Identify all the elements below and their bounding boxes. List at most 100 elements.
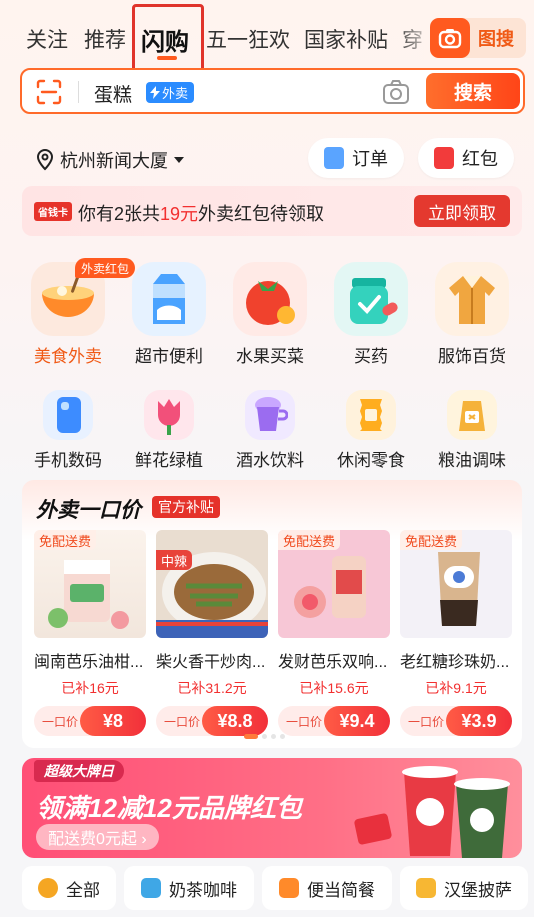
category-label: 水果买菜 [236,347,304,366]
deal-price: ¥9.4 [324,706,390,736]
red-packet-button[interactable]: 红包 [418,138,514,178]
snack-bag-icon [346,390,396,440]
product-image-stir-fry: 中辣 [156,530,268,638]
red-packet-text-prefix: 你有2张共 [78,204,161,224]
category-label: 酒水饮料 [236,451,304,470]
tulip-icon [144,390,194,440]
filter-label: 汉堡披萨 [444,880,512,900]
cup-icon [245,390,295,440]
caret-down-icon [174,157,184,163]
medicine-bottle-icon [334,262,408,336]
tab-recommend[interactable]: 推荐 [84,24,126,54]
drink-icon [141,878,161,898]
order-icon [324,147,344,169]
category-medicine[interactable]: 买药 [323,262,419,367]
red-packet-label: 红包 [462,149,498,169]
red-packet-icon [434,147,454,169]
red-packet-text-suffix: 外卖红包待领取 [198,204,325,224]
active-tab-highlight [132,4,204,74]
tab-follow[interactable]: 关注 [26,24,68,54]
category-label: 粮油调味 [438,451,506,470]
search-bar: 蛋糕 外卖 搜索 [20,68,525,114]
category-apparel[interactable]: 服饰百货 [424,262,520,367]
tab-national-subsidy[interactable]: 国家补贴 [304,24,388,54]
drink-cups-illustration [354,766,510,858]
search-input[interactable]: 蛋糕 [94,80,132,107]
category-snacks[interactable]: 休闲零食 [323,390,419,471]
deal-price-pill[interactable]: 一口价 ¥9.4 [278,706,390,736]
deal-section: 外卖一口价 官方补贴 免配送费 闽南芭乐油柑... 已补16元 一口价 ¥8 中… [22,480,522,748]
brand-day-kicker: 超级大牌日 [34,760,124,782]
image-search-label: 图搜 [478,29,514,49]
filter-label: 便当简餐 [307,880,375,900]
category-label: 休闲零食 [337,451,405,470]
category-supermarket[interactable]: 超市便利 [121,262,217,367]
carousel-dot [271,734,276,739]
deal-item-subsidy: 已补9.1元 [425,680,487,696]
deal-price-pill[interactable]: 一口价 ¥8.8 [156,706,268,736]
spicy-tag: 中辣 [156,550,193,570]
bento-icon [279,878,299,898]
filter-all[interactable]: 全部 [22,866,116,910]
location-label: 杭州新闻大厦 [60,151,168,171]
free-delivery-tag: 免配送费 [34,530,97,550]
category-electronics[interactable]: 手机数码 [20,390,116,471]
camera-icon [430,18,470,58]
burger-icon [38,878,58,898]
category-label: 买药 [354,347,388,366]
waimai-badge-label: 外卖 [162,86,189,101]
category-drinks[interactable]: 酒水饮料 [222,390,318,471]
product-image-guava-drink: 免配送费 [34,530,146,638]
location-selector[interactable]: 杭州新闻大厦 [36,147,184,173]
official-subsidy-badge: 官方补贴 [152,496,220,518]
category-food-delivery[interactable]: 外卖红包 美食外卖 [20,258,136,367]
category-label: 超市便利 [135,347,203,366]
filter-burger-pizza[interactable]: 汉堡披萨 [400,866,528,910]
filter-milk-tea-coffee[interactable]: 奶茶咖啡 [124,866,254,910]
red-packet-amount: 19元 [160,204,199,224]
deal-price-pill[interactable]: 一口价 ¥3.9 [400,706,512,736]
price-prefix: 一口价 [408,715,445,729]
deal-card[interactable]: 免配送费 闽南芭乐油柑... 已补16元 一口价 ¥8 [34,530,146,736]
filter-label: 全部 [66,880,100,900]
category-fruit-veg[interactable]: 水果买菜 [222,262,318,367]
carousel-dot-active [244,734,258,739]
category-label: 手机数码 [34,451,102,470]
savings-card-tag: 省钱卡 [34,202,72,221]
category-flowers[interactable]: 鲜花绿植 [121,390,217,471]
image-search-button[interactable]: 图搜 [430,18,526,58]
deal-item-name: 柴火香干炒肉... [156,654,266,671]
claim-now-button[interactable]: 立即领取 [414,195,510,227]
deal-card[interactable]: 免配送费 老红糖珍珠奶... 已补9.1元 一口价 ¥3.9 [400,530,512,736]
product-image-guava-tea: 免配送费 [278,530,390,638]
delivery-fee-pill[interactable]: 配送费0元起 › [36,824,159,850]
free-delivery-tag: 免配送费 [278,530,341,550]
category-label: 鲜花绿植 [135,451,203,470]
carousel-dot [280,734,285,739]
order-button[interactable]: 订单 [308,138,404,178]
deal-item-name: 老红糖珍珠奶... [400,654,510,671]
deal-section-title: 外卖一口价 [36,499,141,522]
deal-price: ¥8 [80,706,146,736]
filter-label: 奶茶咖啡 [169,880,237,900]
filter-bento[interactable]: 便当简餐 [262,866,392,910]
search-button[interactable]: 搜索 [426,73,520,109]
category-label: 美食外卖 [34,347,102,366]
category-grain-oil[interactable]: 粮油调味 [424,390,520,471]
tab-may-day[interactable]: 五一狂欢 [206,24,290,54]
rice-bag-icon [447,390,497,440]
price-prefix: 一口价 [164,715,201,729]
red-packet-banner[interactable]: 省钱卡 你有2张共19元外卖红包待领取 立即领取 [22,186,522,236]
scan-icon[interactable] [36,79,62,105]
active-tab-indicator [157,56,177,60]
top-tab-bar: 关注 推荐 闪购 五一狂欢 国家补贴 穿 图搜 [0,0,534,74]
brand-day-banner[interactable]: 超级大牌日 领满12减12元品牌红包 配送费0元起 › [22,758,522,858]
deal-price-pill[interactable]: 一口价 ¥8 [34,706,146,736]
deal-item-name: 发财芭乐双响... [278,654,388,671]
deal-card[interactable]: 免配送费 发财芭乐双响... 已补15.6元 一口价 ¥9.4 [278,530,390,736]
pizza-icon [416,878,436,898]
deal-card[interactable]: 中辣 柴火香干炒肉... 已补31.2元 一口价 ¥8.8 [156,530,268,736]
coat-icon [435,262,509,336]
brand-day-headline: 领满12减12元品牌红包 [36,793,302,823]
camera-icon[interactable] [382,79,410,105]
